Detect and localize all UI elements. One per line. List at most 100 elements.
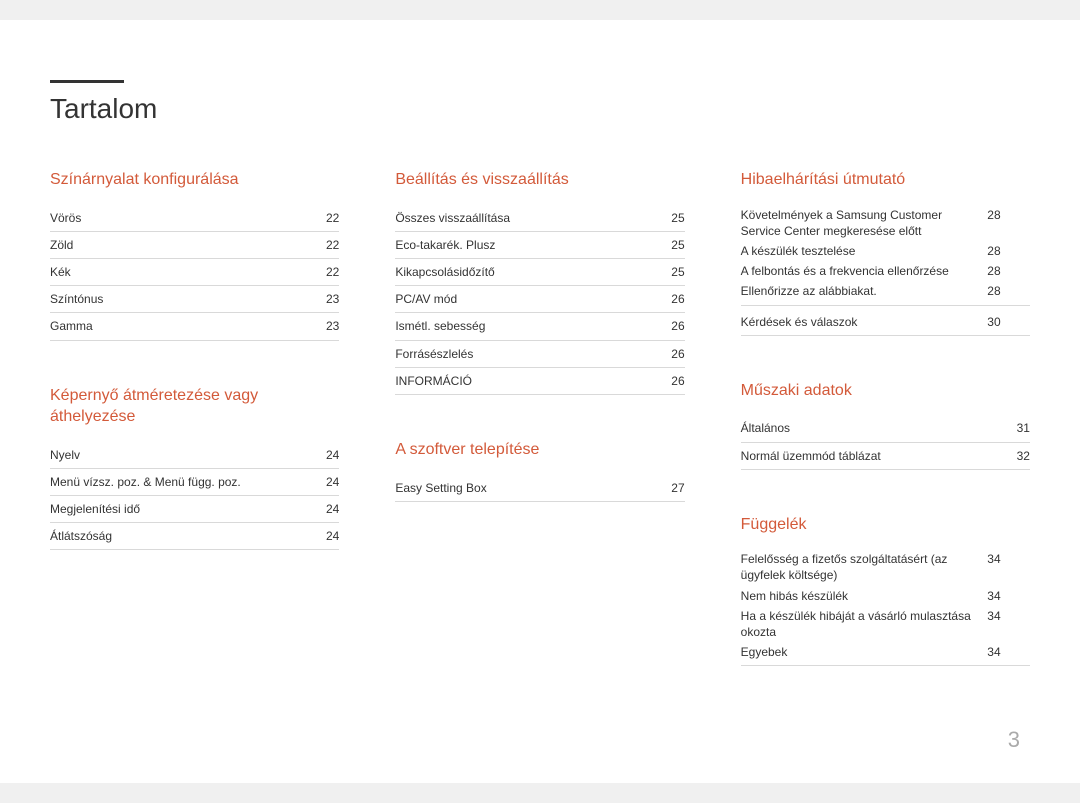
toc-page: 30	[981, 314, 1001, 330]
toc-entry[interactable]: Általános 31	[741, 415, 1030, 442]
toc-entry[interactable]: Gamma23	[50, 313, 339, 340]
toc-page: 22	[319, 237, 339, 253]
toc-label: Kérdések és válaszok	[741, 314, 981, 330]
toc-entry[interactable]: Zöld 22	[50, 232, 339, 259]
toc-page: 25	[665, 210, 685, 226]
toc-page: 26	[665, 373, 685, 389]
toc-entry[interactable]: A készülék tesztelése28	[741, 241, 1030, 261]
toc-page: 24	[319, 528, 339, 544]
toc-entry[interactable]: Ellenőrizze az alábbiakat.28	[741, 281, 1030, 301]
toc-entry[interactable]: Normál üzemmód táblázat 32	[741, 443, 1030, 470]
section-heading[interactable]: Beállítás és visszaállítás	[395, 169, 684, 191]
toc-section: Hibaelhárítási útmutató Követelmények a …	[741, 169, 1030, 336]
toc-page: 26	[665, 291, 685, 307]
toc-entry[interactable]: INFORMÁCIÓ 26	[395, 368, 684, 395]
toc-label: Eco-takarék. Plusz	[395, 237, 495, 253]
title-rule	[50, 80, 124, 83]
toc-label: Kék	[50, 264, 71, 280]
toc-label: Vörös	[50, 210, 81, 226]
toc-label: Megjelenítési idő	[50, 501, 140, 517]
toc-page: 34	[981, 588, 1001, 604]
toc-page: 24	[319, 447, 339, 463]
toc-entry[interactable]: Átlátszóság 24	[50, 523, 339, 550]
toc-entry[interactable]: Megjelenítési idő24	[50, 496, 339, 523]
toc-label: Színtónus	[50, 291, 103, 307]
toc-entry[interactable]: Menü vízsz. poz. & Menü függ. poz. 24	[50, 469, 339, 496]
toc-label: Felelősség a fizetős szolgáltatásért (az…	[741, 551, 981, 583]
section-heading[interactable]: Hibaelhárítási útmutató	[741, 169, 1030, 191]
toc-label: INFORMÁCIÓ	[395, 373, 472, 389]
toc-label: Átlátszóság	[50, 528, 112, 544]
section-heading[interactable]: Színárnyalat konfigurálása	[50, 169, 339, 191]
toc-page: 27	[665, 480, 685, 496]
toc-columns: Színárnyalat konfigurálása Vörös 22 Zöld 2…	[50, 169, 1030, 666]
toc-label: Ismétl. sebesség	[395, 318, 485, 334]
toc-label: PC/AV mód	[395, 291, 457, 307]
toc-entry[interactable]: Easy Setting Box 27	[395, 475, 684, 502]
toc-page: 34	[981, 644, 1001, 660]
toc-label: Normál üzemmód táblázat	[741, 448, 881, 464]
toc-entry[interactable]: Nem hibás készülék34	[741, 586, 1030, 606]
toc-label: Menü vízsz. poz. & Menü függ. poz.	[50, 474, 241, 490]
toc-entry[interactable]: Kikapcsolásidőzítő25	[395, 259, 684, 286]
toc-page: 25	[665, 237, 685, 253]
toc-column: Hibaelhárítási útmutató Követelmények a …	[741, 169, 1030, 666]
toc-entry[interactable]: Nyelv 24	[50, 442, 339, 469]
toc-column: Beállítás és visszaállítás Összes vissza…	[395, 169, 684, 666]
toc-entry[interactable]: Kék 22	[50, 259, 339, 286]
page-number: 3	[1008, 727, 1020, 753]
toc-entry[interactable]: Egyebek34	[741, 642, 1030, 662]
toc-section: Függelék Felelősség a fizetős szolgáltat…	[741, 514, 1030, 667]
toc-page: 28	[981, 207, 1001, 239]
toc-page: 24	[319, 474, 339, 490]
toc-page: 32	[1010, 448, 1030, 464]
toc-page: 28	[981, 263, 1001, 279]
toc-label: Gamma	[50, 318, 93, 334]
toc-page: 31	[1010, 420, 1030, 436]
toc-entry[interactable]: Felelősség a fizetős szolgáltatásért (az…	[741, 549, 1030, 585]
separator	[741, 665, 1030, 666]
toc-column: Színárnyalat konfigurálása Vörös 22 Zöld 2…	[50, 169, 339, 666]
toc-section: Képernyő átméretezése vagy áthelyezése N…	[50, 385, 339, 551]
toc-page: 34	[981, 608, 1001, 640]
toc-label: A készülék tesztelése	[741, 243, 981, 259]
toc-page: 22	[319, 264, 339, 280]
toc-label: Nyelv	[50, 447, 80, 463]
toc-entry[interactable]: Forrásészlelés 26	[395, 341, 684, 368]
toc-page: 28	[981, 283, 1001, 299]
toc-section: Beállítás és visszaállítás Összes vissza…	[395, 169, 684, 395]
toc-page: 28	[981, 243, 1001, 259]
toc-page: 26	[665, 346, 685, 362]
toc-section: Színárnyalat konfigurálása Vörös 22 Zöld 2…	[50, 169, 339, 341]
document-page: Tartalom Színárnyalat konfigurálása Vörö…	[0, 20, 1080, 783]
toc-page: 23	[319, 291, 339, 307]
toc-label: Easy Setting Box	[395, 480, 486, 496]
toc-page: 22	[319, 210, 339, 226]
toc-label: Követelmények a Samsung Customer Service…	[741, 207, 981, 239]
toc-label: Általános	[741, 420, 790, 436]
toc-label: Ha a készülék hibáját a vásárló mulasztá…	[741, 608, 981, 640]
toc-entry[interactable]: Ha a készülék hibáját a vásárló mulasztá…	[741, 606, 1030, 642]
section-heading[interactable]: A szoftver telepítése	[395, 439, 684, 461]
toc-entry[interactable]: A felbontás és a frekvencia ellenőrzése2…	[741, 261, 1030, 281]
section-heading[interactable]: Műszaki adatok	[741, 380, 1030, 402]
toc-label: Zöld	[50, 237, 73, 253]
toc-page: 26	[665, 318, 685, 334]
toc-entry[interactable]: PC/AV mód 26	[395, 286, 684, 313]
toc-entry[interactable]: Kérdések és válaszok30	[741, 312, 1030, 332]
toc-entry[interactable]: Ismétl. sebesség 26	[395, 313, 684, 340]
toc-label: Egyebek	[741, 644, 981, 660]
toc-entry[interactable]: Összes visszaállítása 25	[395, 205, 684, 232]
toc-entry[interactable]: Vörös 22	[50, 205, 339, 232]
toc-entry[interactable]: Színtónus 23	[50, 286, 339, 313]
page-title: Tartalom	[50, 93, 1030, 125]
section-heading[interactable]: Függelék	[741, 514, 1030, 536]
toc-label: Forrásészlelés	[395, 346, 473, 362]
toc-section: A szoftver telepítése Easy Setting Box 27	[395, 439, 684, 502]
section-heading[interactable]: Képernyő átméretezése vagy áthelyezése	[50, 385, 339, 428]
separator	[741, 335, 1030, 336]
toc-entry[interactable]: Követelmények a Samsung Customer Service…	[741, 205, 1030, 241]
toc-label: A felbontás és a frekvencia ellenőrzése	[741, 263, 981, 279]
toc-label: Összes visszaállítása	[395, 210, 510, 226]
toc-entry[interactable]: Eco-takarék. Plusz 25	[395, 232, 684, 259]
